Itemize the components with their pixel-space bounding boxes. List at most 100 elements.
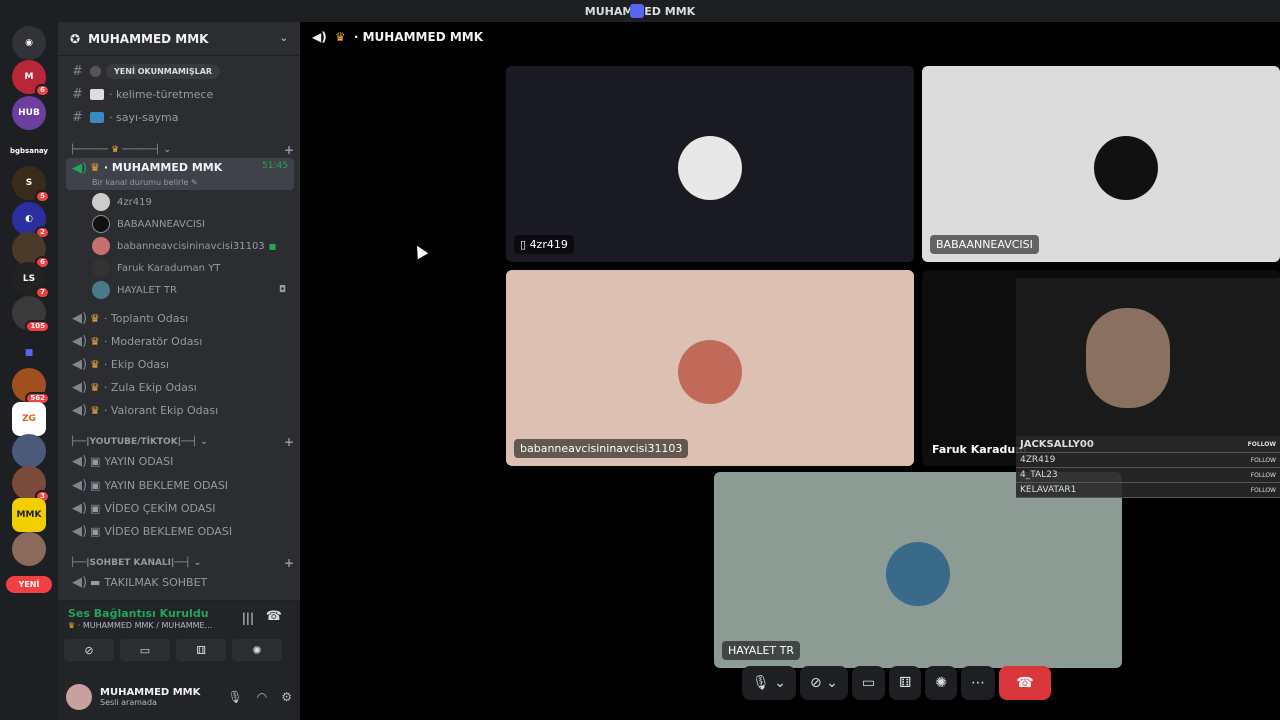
headphones-icon[interactable]: ◠	[257, 690, 267, 704]
avatar[interactable]	[66, 684, 92, 710]
video-tile[interactable]: BABAANNEAVCISI	[922, 66, 1280, 262]
activity-button[interactable]: ⚅	[889, 666, 922, 700]
category-crown[interactable]: ├────── ♛ ──────┤ ⌄ +	[70, 142, 294, 158]
voice-channel[interactable]: ◀) ▣ VİDEO BEKLEME ODASI	[66, 520, 294, 542]
camera-icon: ▣	[90, 478, 101, 492]
server-name: MUHAMMED MMK	[88, 31, 209, 46]
server-icon[interactable]: 105	[12, 296, 50, 333]
microphone-icon[interactable]: 🎙	[228, 690, 243, 704]
voice-user[interactable]: babanneavcisininavcisi31103 ■	[92, 236, 292, 256]
channel-sayi[interactable]: # · sayı-sayma	[66, 106, 294, 128]
unread-pill[interactable]: YENİ OKUNMAMIŞLAR	[106, 63, 221, 79]
speaker-icon: ◀)	[72, 379, 88, 395]
voice-channel[interactable]: ◀) ♛ · Toplantı Odası	[66, 307, 294, 329]
voice-user[interactable]: HAYALET TR ◘	[92, 280, 292, 300]
server-icon[interactable]	[12, 532, 46, 566]
follow-overlay: JACKSALLY00 FOLLOW 4ZR419 FOLLOW 4_TAL23 FO…	[1016, 436, 1280, 498]
chat-icon: ▬	[90, 575, 101, 589]
call-controls: 🎙 ⌄ ⊘ ⌄ ▭ ⚅ ✺ ⋯ ☎	[742, 666, 1052, 700]
camera-button[interactable]: ⊘ ⌄	[799, 666, 848, 700]
voice-user[interactable]: BABAANNEAVCISI	[92, 214, 292, 234]
disconnect-icon[interactable]: ☎	[266, 609, 282, 624]
voice-channel[interactable]: ◀) ▣ YAYIN BEKLEME ODASI	[66, 474, 294, 496]
video-tile[interactable]: HAYALET TR	[714, 472, 1122, 668]
server-icon[interactable]: 3	[12, 466, 50, 503]
server-icon[interactable]: M6	[12, 60, 50, 97]
camera-toggle-button[interactable]: ⊘	[64, 639, 114, 661]
server-icon[interactable]: bgbsanay	[10, 134, 48, 168]
voice-channel[interactable]: ◀) ♛ · Valorant Ekip Odası	[66, 399, 294, 421]
video-tile[interactable]: babanneavcisininavcisi31103	[506, 270, 914, 466]
discord-home-icon[interactable]: ◉	[12, 26, 46, 60]
server-icon[interactable]: LS 7	[12, 262, 50, 299]
server-icon[interactable]: ◐ 2	[12, 202, 50, 239]
channel-status[interactable]: Bir kanal durumu belirle ✎	[92, 178, 198, 187]
folder-icon[interactable]: ■	[12, 336, 46, 370]
channel-sidebar: ✪ MUHAMMED MMK ⌄ # YENİ OKUNMAMIŞLAR # ·…	[58, 22, 300, 720]
user-name: MUHAMMED MMK	[100, 687, 201, 698]
new-messages-pill[interactable]: YENİ	[6, 576, 52, 593]
noise-suppression-icon[interactable]: |||	[242, 611, 254, 625]
voice-channel[interactable]: ◀) ▣ YAYIN ODASI	[66, 450, 294, 472]
channel-label: · sayı-sayma	[109, 110, 179, 124]
soundboard-button[interactable]: ✺	[232, 639, 282, 661]
webcam-person	[1086, 308, 1170, 408]
speaker-icon: ◀)	[72, 161, 88, 176]
tile-label: babanneavcisininavcisi31103	[514, 439, 689, 458]
voice-channel[interactable]: ◀) ▣ VİDEO ÇEKİM ODASI	[66, 497, 294, 519]
server-icon[interactable]: MMK	[12, 498, 46, 532]
avatar	[92, 281, 110, 299]
category-sohbet[interactable]: ├── |SOHBET KANALI| ──┤ ⌄ +	[70, 555, 294, 571]
soundboard-button[interactable]: ✺	[925, 666, 958, 700]
voice-channel[interactable]: ◀) ♛ · Zula Ekip Odası	[66, 376, 294, 398]
add-channel-icon[interactable]: +	[284, 143, 294, 157]
voice-channel[interactable]: ◀) ♛ · Ekip Odası	[66, 353, 294, 375]
hash-icon: #	[72, 86, 83, 102]
server-icon[interactable]: HUB	[12, 96, 46, 130]
badge: 6	[35, 84, 50, 97]
badge: 5	[35, 190, 50, 203]
camera-icon: ▣	[90, 454, 101, 468]
channel-unread-row[interactable]: # YENİ OKUNMAMIŞLAR	[66, 60, 294, 82]
crown-icon: ♛	[68, 621, 76, 630]
server-header[interactable]: ✪ MUHAMMED MMK ⌄	[58, 22, 300, 56]
camera-icon: ▣	[90, 501, 101, 515]
screen-share-button[interactable]: ▭	[851, 666, 886, 700]
hang-up-button[interactable]: ☎	[999, 666, 1052, 700]
webcam-video	[1016, 278, 1280, 444]
video-tile[interactable]: ▯ 4zr419	[506, 66, 914, 262]
badge: 7	[35, 286, 50, 299]
add-channel-icon[interactable]: +	[284, 556, 294, 570]
voice-user[interactable]: 4zr419	[92, 192, 292, 212]
connection-channel[interactable]: ♛ · MUHAMMED MMK / MUHAMME...	[68, 621, 212, 630]
overlay-row: JACKSALLY00 FOLLOW	[1016, 436, 1280, 453]
server-icon[interactable]: ZG	[12, 402, 46, 436]
voice-channel[interactable]: ◀) ▬ TAKILMAK SOHBET	[66, 571, 294, 593]
stream-icon: ◘	[278, 285, 286, 295]
hash-icon: #	[72, 109, 83, 125]
server-icon[interactable]: 6	[12, 232, 50, 269]
server-icon[interactable]: 562	[12, 368, 50, 405]
avatar	[1094, 136, 1158, 200]
channel-kelime[interactable]: # · kelime-türetmece	[66, 83, 294, 105]
speaker-icon: ◀)	[72, 574, 88, 590]
microphone-button[interactable]: 🎙 ⌄	[742, 666, 796, 700]
activity-button[interactable]: ⚅	[176, 639, 226, 661]
screen-share-button[interactable]: ▭	[120, 639, 170, 661]
category-youtube[interactable]: ├── |YOUTUBE/TİKTOK| ──┤ ⌄ +	[70, 434, 294, 450]
voice-channel[interactable]: ◀) ♛ · Moderatör Odası	[66, 330, 294, 352]
speaker-icon: ◀)	[312, 30, 327, 44]
voice-user[interactable]: Faruk Karaduman YT	[92, 258, 292, 278]
avatar	[92, 259, 110, 277]
voice-stage: ◀) ♛ · MUHAMMED MMK ▯ 4zr419 BABAANNEAVC…	[300, 22, 1280, 720]
add-channel-icon[interactable]: +	[284, 435, 294, 449]
server-icon[interactable]	[12, 434, 46, 468]
user-status: Sesli aramada	[100, 698, 157, 707]
overlay-row: 4_TAL23 FOLLOW	[1016, 468, 1280, 483]
more-icon[interactable]: ⋯	[961, 666, 996, 700]
overlay-row: 4ZR419 FOLLOW	[1016, 453, 1280, 468]
server-badge-icon: ✪	[70, 31, 81, 46]
server-icon[interactable]: S5	[12, 166, 50, 203]
gear-icon[interactable]: ⚙	[281, 690, 292, 704]
crown-icon: ♛	[90, 161, 100, 174]
